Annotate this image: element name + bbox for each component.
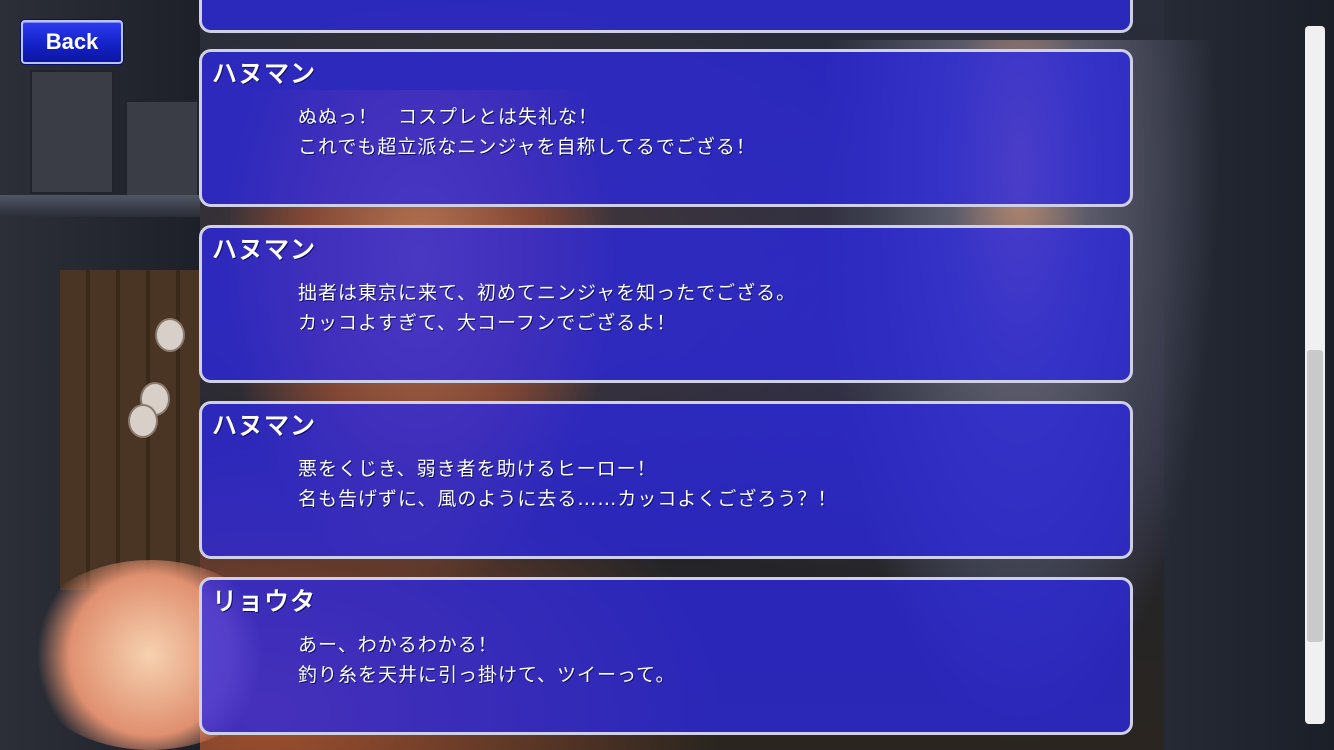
scrollbar-thumb[interactable] <box>1307 350 1323 642</box>
back-button[interactable]: Back <box>21 20 123 64</box>
dialogue-line: ぬぬっ！ コスプレとは失礼な！ <box>298 106 599 128</box>
dialogue-entry: ハヌマン ぬぬっ！ コスプレとは失礼な！ これでも超立派なニンジャを自称してるで… <box>199 49 1133 207</box>
dialogue-line: 名も告げずに、風のように去る……カッコよくござろう？！ <box>298 488 838 510</box>
dialogue-line: 悪をくじき、弱き者を助けるヒーロー！ <box>298 458 657 480</box>
dialogue-line: 拙者は東京に来て、初めてニンジャを知ったでござる。 <box>298 282 797 304</box>
dialogue-log[interactable]: ハヌマン ぬぬっ！ コスプレとは失礼な！ これでも超立派なニンジャを自称してるで… <box>0 0 1334 750</box>
dialogue-entry: ハヌマン 拙者は東京に来て、初めてニンジャを知ったでござる。 カッコよすぎて、大… <box>199 225 1133 383</box>
dialogue-line: これでも超立派なニンジャを自称してるでござる！ <box>298 136 756 158</box>
dialogue-entry <box>199 0 1133 33</box>
speaker-name: ハヌマン <box>212 411 317 440</box>
speaker-name: ハヌマン <box>212 59 317 88</box>
dialogue-line: あー、わかるわかる！ <box>298 634 498 656</box>
dialogue-line: カッコよすぎて、大コーフンでござるよ！ <box>298 312 677 334</box>
speaker-name: リョウタ <box>212 587 317 616</box>
speaker-name: ハヌマン <box>212 235 317 264</box>
dialogue-entry: リョウタ あー、わかるわかる！ 釣り糸を天井に引っ掛けて、ツイーって。 <box>199 577 1133 735</box>
dialogue-entry: ハヌマン 悪をくじき、弱き者を助けるヒーロー！ 名も告げずに、風のように去る……… <box>199 401 1133 559</box>
dialogue-line: 釣り糸を天井に引っ掛けて、ツイーって。 <box>298 664 676 686</box>
